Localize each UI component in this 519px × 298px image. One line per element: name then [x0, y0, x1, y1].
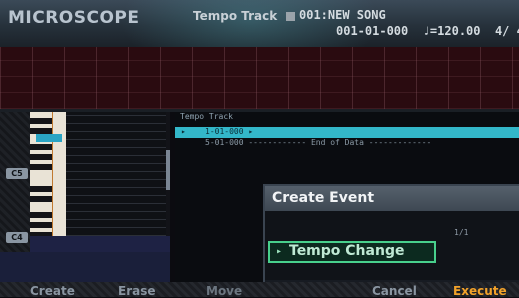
position: 001-01-000: [336, 24, 409, 38]
octave-label-c4: C4: [6, 232, 28, 243]
create-button[interactable]: Create: [30, 284, 75, 298]
footer-bar: [0, 282, 519, 297]
keyboard-orange-edge: [52, 112, 67, 252]
cancel-button[interactable]: Cancel: [372, 284, 417, 298]
black-key[interactable]: [30, 212, 52, 218]
black-key[interactable]: [30, 196, 52, 202]
option-arrow-icon: ▸: [276, 246, 283, 257]
row-cursor-icon: ▸: [181, 127, 186, 136]
time-signature: 4/ 4: [494, 24, 519, 38]
ruler-grid: [0, 47, 519, 109]
song-position-readout: 001-01-000 ♩=120.00 4/ 4: [336, 24, 519, 38]
page-indicator: 1/1: [454, 228, 469, 237]
event-row-1-text[interactable]: 1-01-000 ▸: [205, 127, 253, 136]
dialog-title: Create Event: [272, 190, 375, 206]
black-key[interactable]: [30, 222, 52, 228]
tempo: ♩=120.00: [422, 24, 481, 38]
selected-key-highlight: [36, 134, 62, 142]
keyboard-bottom-panel: [0, 252, 170, 282]
note-grid[interactable]: [66, 112, 166, 252]
track-title: Tempo Track: [193, 9, 278, 23]
move-button[interactable]: Move: [206, 284, 242, 298]
event-type-label[interactable]: Tempo Change: [289, 243, 404, 259]
execute-button[interactable]: Execute: [453, 284, 507, 298]
black-key[interactable]: [30, 118, 52, 124]
black-key[interactable]: [30, 186, 52, 192]
octave-label-c5: C5: [6, 168, 28, 179]
black-key[interactable]: [30, 144, 52, 150]
black-key[interactable]: [30, 154, 52, 160]
keyboard-side-strip: [0, 112, 30, 252]
keyboard-lower-block: [30, 236, 170, 252]
black-key[interactable]: [30, 164, 52, 170]
song-square-icon: [286, 12, 295, 21]
vertical-scrollbar[interactable]: [166, 150, 170, 190]
event-list-title: Tempo Track: [180, 112, 233, 121]
event-row-2-text[interactable]: 5-01-000 ------------ End of Data ------…: [205, 138, 431, 147]
erase-button[interactable]: Erase: [118, 284, 156, 298]
piano-keyboard-pane[interactable]: C5 C4: [0, 112, 170, 252]
app-title: MICROSCOPE: [8, 8, 140, 28]
tempo-ruler: [0, 47, 519, 109]
song-name: 001:NEW SONG: [299, 8, 386, 22]
